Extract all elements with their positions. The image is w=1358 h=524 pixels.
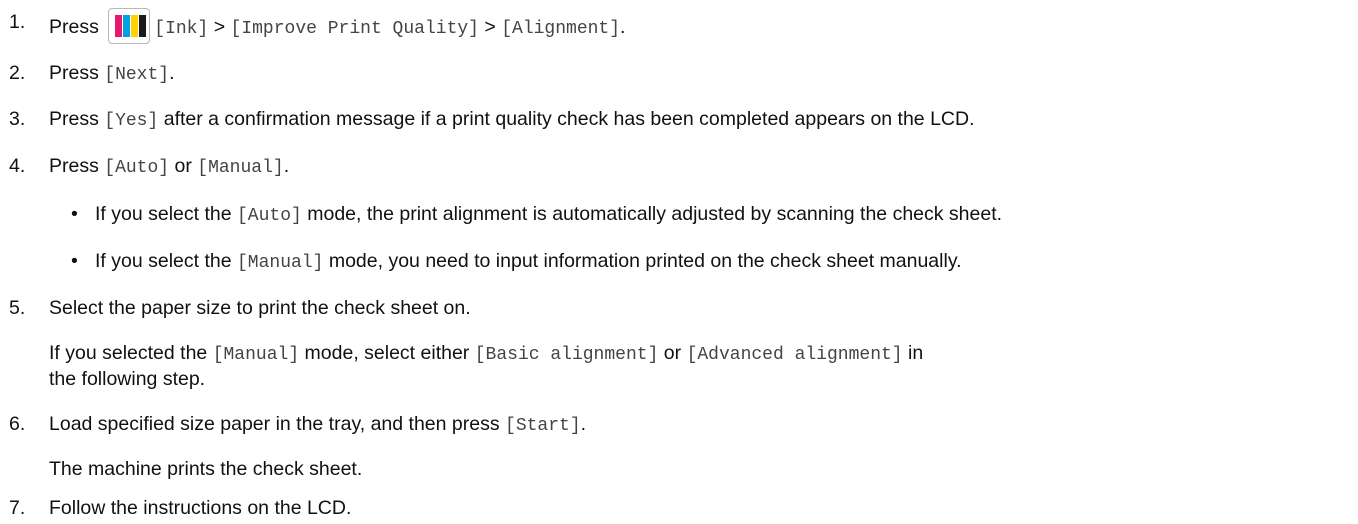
step-text: Press [Next].	[49, 61, 175, 87]
start-button-label: [Start]	[505, 416, 581, 436]
step-number: 5.	[9, 297, 26, 319]
separator: >	[484, 16, 496, 39]
note-pre: If you selected the	[49, 342, 208, 364]
step-note: If you selected the [Manual] mode, selec…	[49, 341, 923, 367]
ink-icon[interactable]	[108, 8, 151, 44]
step-text: Load specified size paper in the tray, a…	[49, 412, 586, 438]
basic-alignment-option: [Basic alignment]	[474, 345, 659, 365]
step-number: 4.	[9, 155, 26, 177]
improve-print-quality-menu: [Improve Print Quality]	[230, 19, 479, 40]
step-number: 3.	[9, 108, 26, 130]
press-word: Press	[49, 108, 99, 130]
bullet: •	[71, 203, 78, 225]
press-word: Press	[49, 62, 99, 84]
bullet-post: mode, the print alignment is automatical…	[307, 203, 1003, 225]
press-word: Press	[49, 16, 99, 39]
manual-option-label: [Manual]	[197, 158, 284, 178]
auto-option-label: [Auto]	[104, 158, 170, 178]
step-text: Select the paper size to print the check…	[49, 297, 471, 319]
bullet: •	[71, 250, 78, 272]
alignment-menu: [Alignment]	[501, 19, 621, 40]
separator: >	[213, 16, 226, 39]
period: .	[580, 413, 587, 435]
step-number: 6.	[9, 413, 26, 435]
or-word: or	[174, 155, 192, 177]
yes-button-label: [Yes]	[104, 111, 159, 131]
manual-mode-label: [Manual]	[237, 253, 324, 273]
next-button-label: [Next]	[104, 65, 170, 85]
press-word: Press	[49, 155, 99, 177]
bullet-text: If you select the [Manual] mode, you nee…	[95, 249, 962, 275]
alignment-steps: 1. Press [Ink] > [Improve Print Quality]…	[0, 0, 1358, 524]
ink-menu: [Ink]	[154, 19, 209, 40]
step-number: 2.	[9, 62, 26, 84]
step-text: Press [Auto] or [Manual].	[49, 154, 289, 180]
period: .	[169, 62, 175, 84]
step-number: 7.	[9, 497, 26, 519]
or-word: or	[663, 342, 682, 364]
step-text: Press [Ink] > [Improve Print Quality] > …	[49, 8, 626, 46]
bullet-pre: If you select the	[95, 203, 232, 225]
bullet-pre: If you select the	[95, 250, 232, 272]
step-text-main: Load specified size paper in the tray, a…	[49, 413, 500, 435]
black-ink-bar	[139, 15, 147, 37]
cyan-ink-bar	[123, 15, 131, 37]
bullet-text: If you select the [Auto] mode, the print…	[95, 202, 1002, 228]
magenta-ink-bar	[115, 15, 123, 37]
step-rest: after a confirmation message if a print …	[163, 108, 975, 130]
note-mid: mode, select either	[304, 342, 470, 364]
period: .	[283, 155, 290, 177]
auto-mode-label: [Auto]	[237, 206, 302, 226]
step-text: Press [Yes] after a confirmation message…	[49, 107, 975, 133]
yellow-ink-bar	[131, 15, 139, 37]
period: .	[620, 16, 626, 39]
in-word: in	[908, 342, 924, 364]
advanced-alignment-option: [Advanced alignment]	[686, 345, 903, 365]
step-number: 1.	[9, 11, 26, 33]
bullet-post: mode, you need to input information prin…	[328, 250, 962, 272]
step-note-continued: the following step.	[49, 368, 206, 390]
manual-mode-label: [Manual]	[212, 345, 300, 365]
step-text: Follow the instructions on the LCD.	[49, 497, 352, 519]
step-result: The machine prints the check sheet.	[49, 458, 363, 480]
